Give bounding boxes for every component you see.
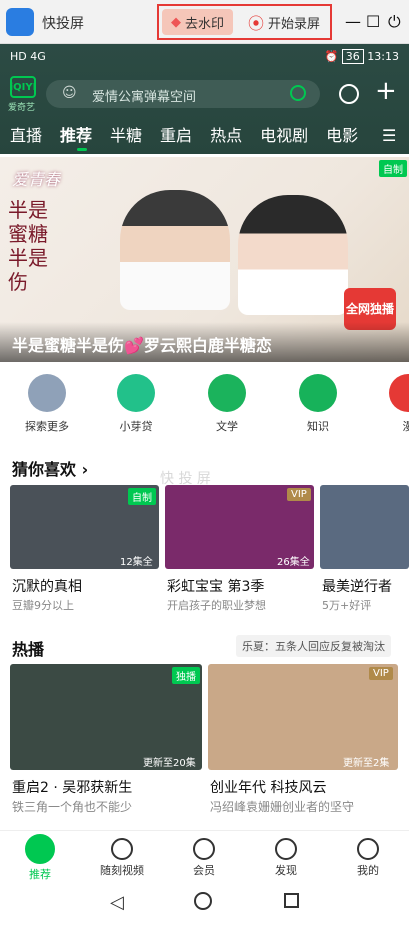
tab-restart[interactable]: 重启 — [160, 122, 192, 146]
tab-bantang[interactable]: 半糖 — [110, 122, 142, 146]
flame-icon — [111, 838, 133, 860]
battery-level: 36 — [341, 49, 364, 64]
app-logo-icon — [6, 8, 34, 36]
section-title-guess[interactable]: 猜你喜欢 › — [12, 456, 88, 480]
menu-icon[interactable]: ☰ — [382, 126, 396, 145]
status-right: ⏰ 36 13:13 — [324, 49, 399, 64]
banner-title[interactable]: 半是蜜糖半是伤💕罗云熙白鹿半糖恋 — [12, 332, 272, 356]
nav-vip[interactable]: 会员 — [174, 834, 234, 878]
maximize-icon[interactable]: ☐ — [366, 12, 380, 31]
diamond-icon: ◆ — [170, 14, 181, 30]
history-icon[interactable] — [339, 84, 359, 104]
category-literature[interactable]: 文学 — [192, 374, 262, 434]
banner-logo-text: 爱青春 — [12, 170, 61, 189]
app-title: 快投屏 — [42, 16, 84, 32]
actor-image — [120, 190, 230, 310]
video-title[interactable]: 彩虹宝宝 第3季 — [167, 576, 264, 596]
banner-calligraphy: 半是蜜糖半是伤 — [8, 198, 48, 294]
tab-recommend[interactable]: 推荐 — [60, 122, 92, 146]
alarm-icon: ⏰ — [324, 50, 339, 63]
tab-tv[interactable]: 电视剧 — [260, 122, 308, 146]
video-subtitle: 豆瓣9分以上 — [12, 599, 74, 612]
iqiyi-logo[interactable]: iQIYI — [10, 76, 36, 98]
video-title[interactable]: 创业年代 科技风云 — [210, 777, 326, 797]
clock: 13:13 — [367, 50, 399, 63]
channel-tabs: 直播 推荐 半糖 重启 热点 电视剧 电影 — [10, 122, 376, 146]
crown-icon — [193, 838, 215, 860]
hot-headline[interactable]: 乐夏：五条人回应反复被淘汰 — [236, 635, 391, 657]
video-title[interactable]: 最美逆行者 — [322, 576, 392, 596]
episode-count: 12集全 — [120, 557, 153, 568]
video-subtitle: 铁三角一个角也不能少 — [12, 800, 133, 814]
episode-count: 更新至20集 — [143, 758, 196, 769]
section-title-hot: 热播 — [12, 640, 45, 659]
video-subtitle: 冯绍峰袁姗姗创业者的坚守 — [210, 800, 355, 814]
video-subtitle: 开启孩子的职业梦想 — [167, 599, 266, 612]
search-placeholder[interactable]: 爱情公寓弹幕空间 — [92, 86, 196, 105]
tab-live[interactable]: 直播 — [10, 122, 42, 146]
explore-icon — [28, 374, 66, 412]
recents-icon[interactable] — [284, 893, 299, 908]
video-title[interactable]: 沉默的真相 — [12, 576, 82, 596]
nav-recommend[interactable]: 推荐 — [10, 834, 70, 882]
sprout-icon — [117, 374, 155, 412]
play-icon — [299, 374, 337, 412]
tab-movie[interactable]: 电影 — [326, 122, 358, 146]
vip-badge: VIP — [287, 488, 311, 501]
exclusive-badge: 独播 — [172, 667, 200, 684]
minimize-icon[interactable]: — — [345, 12, 361, 31]
status-left: HD 4G — [10, 50, 46, 63]
active-tab-indicator — [77, 148, 87, 151]
category-knowledge[interactable]: 知识 — [283, 374, 353, 434]
record-icon: ⦿ — [248, 14, 265, 33]
comic-icon — [389, 374, 409, 412]
iqiyi-logo-sub: 爱奇艺 — [8, 103, 36, 113]
power-icon[interactable]: ⏻ — [388, 12, 401, 32]
category-explore[interactable]: 探索更多 — [12, 374, 82, 434]
nav-clips[interactable]: 随刻视频 — [92, 834, 152, 878]
plus-icon[interactable]: + — [375, 78, 397, 104]
start-record-button[interactable]: ⦿ 开始录屏 — [248, 9, 328, 35]
category-loan[interactable]: 小芽贷 — [101, 374, 171, 434]
video-card[interactable] — [320, 485, 409, 569]
home-icon — [25, 834, 55, 864]
nav-discover[interactable]: 发现 — [256, 834, 316, 878]
category-comic[interactable]: 漫 — [373, 374, 409, 434]
discover-icon — [275, 838, 297, 860]
user-icon — [357, 838, 379, 860]
episode-count: 26集全 — [277, 557, 310, 568]
episode-count: 更新至2集 — [343, 758, 390, 769]
actress-image — [238, 195, 348, 315]
remove-watermark-button[interactable]: ◆ 去水印 — [162, 9, 233, 35]
nav-me[interactable]: 我的 — [338, 834, 398, 878]
card-badge: 自制 — [128, 488, 156, 505]
tab-hot[interactable]: 热点 — [210, 122, 242, 146]
danmaku-icon: ☺ — [62, 85, 77, 101]
home-button-icon[interactable] — [194, 892, 212, 910]
back-icon[interactable]: ◁ — [110, 892, 124, 913]
search-icon[interactable] — [290, 85, 306, 101]
video-subtitle: 5万+好评 — [322, 599, 372, 612]
book-icon — [208, 374, 246, 412]
vip-badge: VIP — [369, 667, 393, 680]
video-title[interactable]: 重启2 · 吴邪获新生 — [12, 777, 132, 797]
original-badge: 自制 — [379, 160, 407, 177]
